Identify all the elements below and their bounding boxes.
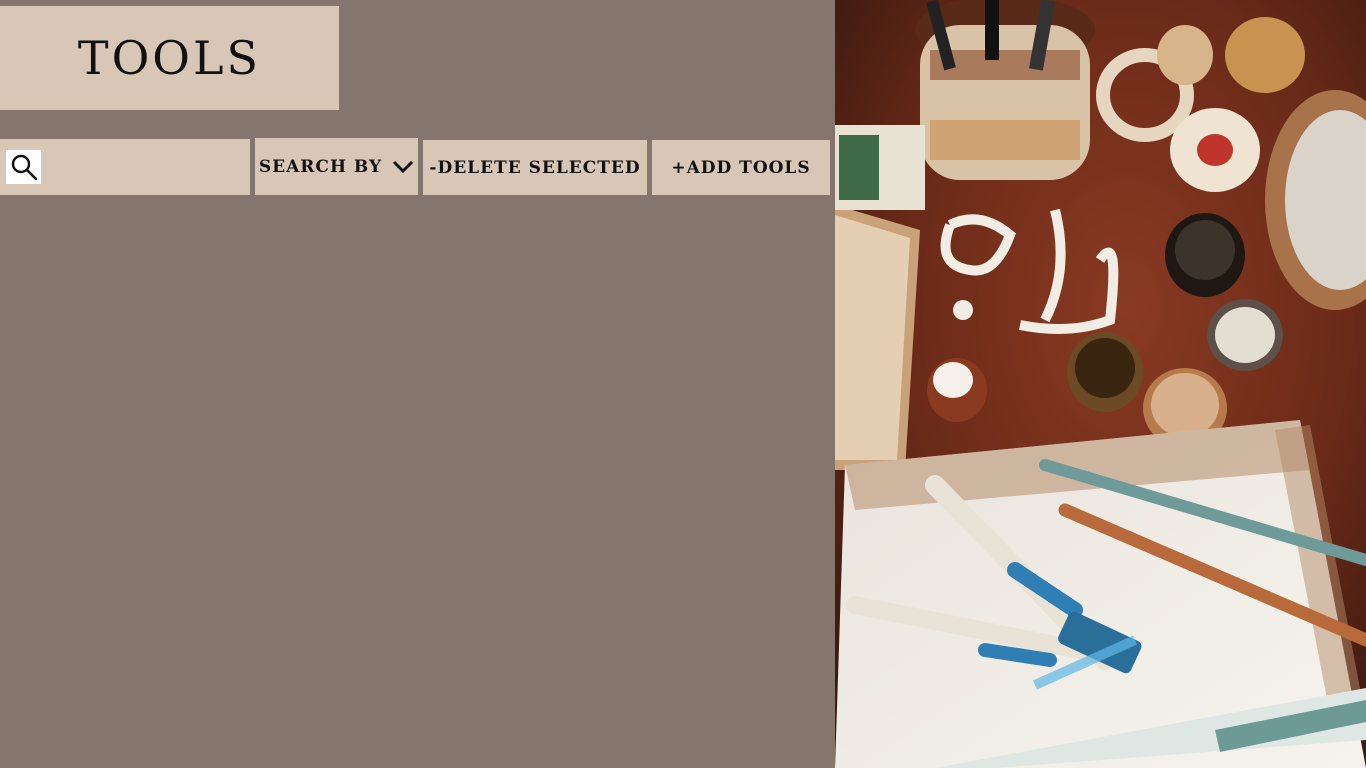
search-input[interactable] — [46, 149, 242, 185]
add-tools-button[interactable]: +ADD TOOLS — [652, 140, 830, 195]
page-title-box: TOOLS — [0, 6, 339, 110]
search-bar[interactable] — [0, 139, 250, 195]
search-by-dropdown[interactable]: SEARCH BY — [255, 138, 418, 195]
search-icon[interactable] — [6, 150, 41, 184]
tools-page: TOOLS SEARCH BY -DELETE SELECTED +ADD TO… — [0, 0, 1366, 768]
add-tools-label: +ADD TOOLS — [671, 157, 811, 178]
calligraphy-tools-photo — [835, 0, 1366, 768]
chevron-down-icon — [392, 160, 414, 174]
delete-selected-label: -DELETE SELECTED — [429, 157, 641, 178]
photo-illustration — [835, 0, 1366, 768]
page-title: TOOLS — [77, 31, 262, 85]
delete-selected-button[interactable]: -DELETE SELECTED — [423, 140, 647, 195]
search-by-label: SEARCH BY — [258, 156, 383, 177]
